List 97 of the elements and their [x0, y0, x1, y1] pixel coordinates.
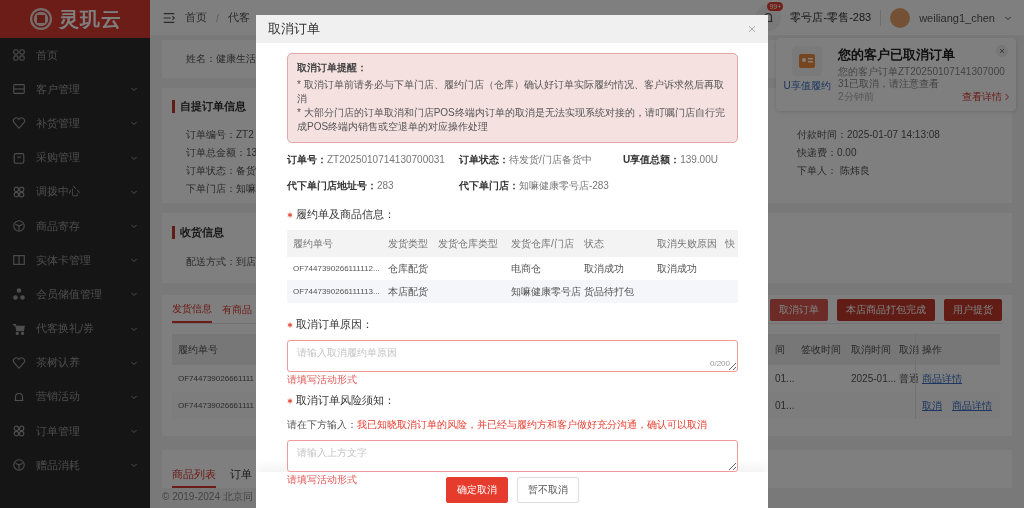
- menu-icon: [162, 10, 176, 25]
- table-cell-text: 货品待打包: [583, 284, 635, 299]
- table-cell-text: 本店配货: [387, 284, 429, 299]
- info-line: 配送方式：到店: [186, 255, 256, 269]
- logo-text: 灵玑云: [58, 6, 122, 32]
- grid-icon: [12, 184, 26, 199]
- summary-field: 代下单门店地址号：283: [287, 179, 445, 193]
- close-button[interactable]: [996, 45, 1008, 57]
- chevron-icon: [130, 222, 138, 231]
- info-line: 订单状态：备货: [186, 164, 256, 178]
- column-header: 间: [774, 342, 786, 357]
- summary-field: 订单状态：待发货/门店备货中: [458, 153, 609, 167]
- seal-icon: [28, 7, 53, 31]
- chevron-icon: [130, 461, 138, 470]
- confirm-phrase: 我已知晓取消订单的风险，并已经与履约方和客户做好充分沟通，确认可以取消: [357, 418, 707, 432]
- field-label: 履约单及商品信息：: [296, 207, 395, 222]
- action-button[interactable]: 取消订单: [770, 299, 828, 321]
- grid-icon: [12, 424, 26, 439]
- close-icon: [999, 48, 1005, 54]
- table-cell-text: OF744739026661111: [177, 401, 256, 410]
- column-header: 履约单号: [177, 342, 219, 357]
- chevron-icon: [130, 119, 138, 128]
- table-link[interactable]: 取消: [922, 398, 942, 413]
- table-cell-text: 2025-01...: [850, 373, 893, 384]
- table-cell-text: 取消成功: [656, 261, 698, 276]
- info-line: 付款时间：2025-01-07 14:13:08: [797, 128, 940, 142]
- close-button[interactable]: [748, 25, 756, 33]
- action-button[interactable]: 用户提货: [944, 299, 1002, 321]
- prompt-text: 请在下方输入：: [287, 418, 357, 432]
- summary-field: U享值总额：139.00U: [622, 153, 718, 167]
- table-cell-text: 01...: [774, 373, 795, 384]
- avatar[interactable]: [890, 7, 911, 28]
- chevron-icon: [130, 290, 138, 299]
- cart-icon: [12, 321, 26, 336]
- table-cell-text: 取消成功: [583, 261, 625, 276]
- heart-icon: [12, 116, 26, 131]
- breadcrumb-item[interactable]: 首页: [185, 10, 207, 25]
- column-header: 履约单号: [292, 236, 334, 251]
- action-button[interactable]: 本店商品打包完成: [837, 299, 935, 321]
- column-header: 签收时间: [800, 342, 842, 357]
- cube-icon: [12, 458, 26, 473]
- close-icon: [748, 25, 756, 33]
- dialog-title: 取消订单: [268, 20, 320, 38]
- column-header: 状态: [583, 236, 605, 251]
- chevron-icon: [130, 85, 138, 94]
- summary-field: 订单号：ZT2025010714130700031: [287, 153, 445, 167]
- field-label: 取消订单原因：: [296, 317, 373, 332]
- tab-note: 有商品: [222, 303, 252, 317]
- error-message: 请填写活动形式: [287, 373, 358, 387]
- table-cell-text: 电商仓: [510, 261, 542, 276]
- people-icon: [12, 287, 26, 302]
- summary-field: 代下单门店：知嘛健康零号店-283: [458, 179, 609, 193]
- column-header: 快: [724, 236, 736, 251]
- bag-icon: [12, 150, 26, 165]
- tab[interactable]: 发货信息: [172, 297, 212, 323]
- column-header: 取消时间: [850, 342, 892, 357]
- toast-title: 您的客户已取消订单: [838, 46, 956, 64]
- chevron-right-icon: [1004, 93, 1010, 101]
- cancel-button[interactable]: 暂不取消: [516, 477, 579, 503]
- grid-icon: [12, 48, 26, 63]
- tab[interactable]: 商品列表: [172, 462, 216, 488]
- table-cell-text: OF7447390266111112...: [292, 264, 381, 273]
- user-name[interactable]: weiliang1_chen: [919, 11, 995, 24]
- info-line: 订单编号：ZT2: [186, 128, 254, 142]
- warning-title: 取消订单提醒：: [297, 61, 368, 75]
- table-link[interactable]: 商品详情: [952, 398, 992, 413]
- info-line: 下单人： 陈炜良: [797, 164, 870, 178]
- info-line: 下单门店：知嘛: [186, 182, 256, 196]
- book-icon: [12, 253, 26, 268]
- chevron-icon: [130, 256, 138, 265]
- breadcrumb-item[interactable]: 代客: [228, 10, 251, 25]
- breadcrumb-separator: /: [216, 11, 220, 24]
- table-cell-text: OF744739026661111: [177, 374, 256, 383]
- column-header: 操作: [922, 342, 942, 357]
- table-cell-text: OF7447390266111113...: [292, 287, 381, 296]
- column-header: 发货仓库类型: [437, 236, 499, 251]
- tab[interactable]: 订单: [230, 462, 252, 488]
- cube-icon: [12, 219, 26, 234]
- char-counter: 0/200: [709, 359, 730, 368]
- error-message: 请填写活动形式: [287, 473, 358, 487]
- chevron-icon: [130, 427, 138, 436]
- table-cell-text: 仓库配货: [387, 261, 429, 276]
- column-header: 取消失败原因: [656, 236, 718, 251]
- table-cell-text: 01...: [774, 400, 795, 411]
- card-icon: [12, 82, 26, 97]
- field-label: 取消订单风险须知：: [296, 393, 395, 408]
- app-label: U享值履约: [783, 79, 831, 93]
- info-line: 快递费：0.00: [797, 146, 857, 160]
- info-line: 订单总金额：13: [186, 146, 258, 160]
- customer-name: 姓名：健康生活: [186, 52, 256, 66]
- column-header: 发货仓库/门店: [510, 236, 575, 251]
- column-header: 发货类型: [387, 236, 429, 251]
- heart-icon: [12, 355, 26, 370]
- store-name: 零号店-零售-283: [790, 10, 872, 25]
- table-link[interactable]: 商品详情: [922, 371, 962, 386]
- confirm-button[interactable]: 确定取消: [445, 477, 508, 503]
- contact-card-icon: [798, 52, 816, 70]
